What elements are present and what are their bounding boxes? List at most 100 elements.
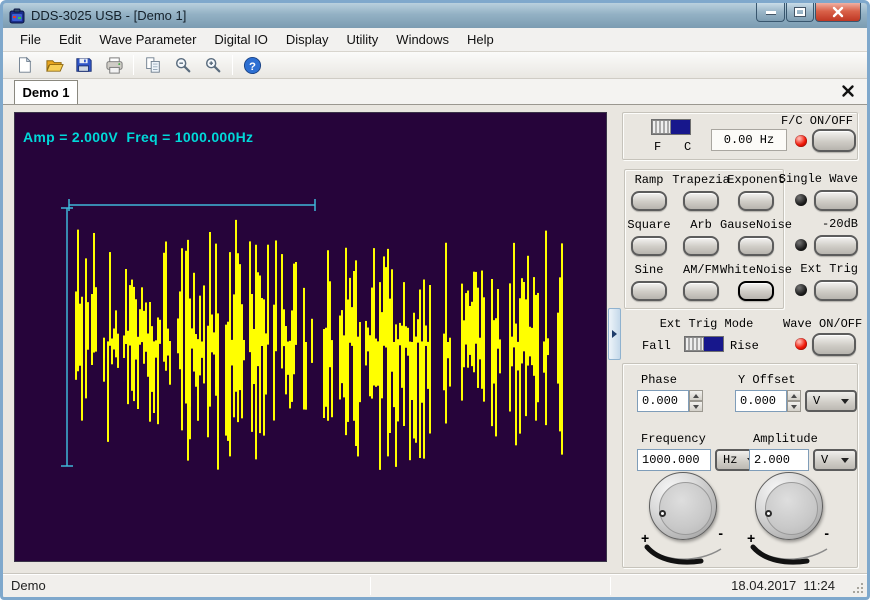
copy-button[interactable] xyxy=(140,53,166,77)
menu-edit[interactable]: Edit xyxy=(50,29,90,50)
zoom-out-button[interactable] xyxy=(170,53,196,77)
wave-label-arb: Arb xyxy=(690,218,712,232)
menu-utility[interactable]: Utility xyxy=(338,29,388,50)
single-wave-button[interactable] xyxy=(814,190,858,211)
frequency-knob-unit: + - xyxy=(637,472,729,570)
open-folder-icon xyxy=(45,56,64,75)
knob-arc-icon xyxy=(745,544,833,566)
zoom-in-button[interactable] xyxy=(200,53,226,77)
print-button[interactable] xyxy=(101,53,127,77)
frequency-knob[interactable] xyxy=(649,472,717,540)
wave-button-sine[interactable] xyxy=(631,281,667,301)
y-offset-spinbox xyxy=(735,390,801,412)
wave-onoff-led xyxy=(795,338,807,350)
knob-indicator-dot xyxy=(659,510,666,517)
toolbar: ? xyxy=(3,52,867,79)
amplitude-label: Amplitude xyxy=(753,432,818,446)
frequency-label: Frequency xyxy=(641,432,706,446)
status-datetime: 18.04.2017 11:24 xyxy=(731,578,835,593)
zoom-in-icon xyxy=(204,56,222,74)
ext-trig-button[interactable] xyxy=(814,280,858,301)
ext-trig-label: Ext Trig xyxy=(800,262,858,276)
fc-switch-handle xyxy=(652,120,671,134)
resize-grip[interactable] xyxy=(851,581,865,595)
wave-label-square: Square xyxy=(627,218,670,232)
wave-button-square[interactable] xyxy=(631,236,667,256)
wave-button-trapezia[interactable] xyxy=(683,191,719,211)
wave-label-trapezia: Trapezia xyxy=(672,173,730,187)
knob-indicator-dot xyxy=(765,510,772,517)
app-icon xyxy=(9,8,25,24)
menu-display[interactable]: Display xyxy=(277,29,338,50)
chevron-right-icon xyxy=(612,330,617,338)
copy-icon xyxy=(144,56,162,74)
fc-switch[interactable] xyxy=(651,119,691,135)
amplitude-input[interactable] xyxy=(749,449,809,471)
minus20db-button[interactable] xyxy=(814,235,858,256)
y-offset-up-button[interactable] xyxy=(787,390,801,401)
panel-splitter-button[interactable] xyxy=(608,308,621,360)
help-button[interactable]: ? xyxy=(239,53,265,77)
menu-windows[interactable]: Windows xyxy=(387,29,458,50)
fc-onoff-button[interactable] xyxy=(812,129,856,152)
menu-digital-io[interactable]: Digital IO xyxy=(205,29,276,50)
svg-text:?: ? xyxy=(249,60,256,72)
knob-minus-label: - xyxy=(824,525,829,541)
minimize-button[interactable] xyxy=(756,3,785,22)
single-wave-led xyxy=(795,194,807,206)
menu-help[interactable]: Help xyxy=(458,29,503,50)
window-title: DDS-3025 USB - [Demo 1] xyxy=(31,8,186,23)
toolbar-separator xyxy=(133,55,134,75)
status-separator xyxy=(610,577,611,595)
phase-down-button[interactable] xyxy=(689,401,703,412)
waveform-readout-text: Amp = 2.000V Freq = 1000.000Hz xyxy=(23,129,253,145)
new-button[interactable] xyxy=(11,53,37,77)
tab-close-icon[interactable] xyxy=(841,84,855,98)
wave-button-arb[interactable] xyxy=(683,236,719,256)
fall-label: Fall xyxy=(642,339,671,353)
y-offset-unit-value: V xyxy=(813,394,820,408)
tab-bar: Demo 1 xyxy=(3,79,867,105)
help-icon: ? xyxy=(243,56,262,75)
new-document-icon xyxy=(15,56,33,74)
tab-demo1[interactable]: Demo 1 xyxy=(14,80,78,104)
close-button[interactable] xyxy=(815,3,861,22)
save-button[interactable] xyxy=(71,53,97,77)
open-button[interactable] xyxy=(41,53,67,77)
fall-rise-switch[interactable] xyxy=(684,336,724,352)
minus20db-label: -20dB xyxy=(822,217,858,231)
frequency-input[interactable] xyxy=(637,449,711,471)
wave-button-gausenoise[interactable] xyxy=(738,236,774,256)
fc-left-label: F xyxy=(654,140,661,154)
maximize-button[interactable] xyxy=(786,3,814,22)
arrow-up-icon xyxy=(791,394,797,398)
wave-button-amfm[interactable] xyxy=(683,281,719,301)
close-icon xyxy=(832,6,844,18)
knob-minus-label: - xyxy=(718,525,723,541)
chevron-down-icon xyxy=(841,399,849,404)
rise-label: Rise xyxy=(730,339,759,353)
menu-wave-parameter[interactable]: Wave Parameter xyxy=(90,29,205,50)
maximize-icon xyxy=(795,8,805,16)
wave-onoff-button[interactable] xyxy=(812,333,856,356)
y-offset-down-button[interactable] xyxy=(787,401,801,412)
fc-onoff-label: F/C ON/OFF xyxy=(781,114,853,128)
app-window: DDS-3025 USB - [Demo 1] File Edit Wave P… xyxy=(0,0,870,600)
menu-file[interactable]: File xyxy=(11,29,50,50)
wave-button-exponent[interactable] xyxy=(738,191,774,211)
y-offset-unit-dropdown[interactable]: V xyxy=(805,390,857,412)
arrow-down-icon xyxy=(791,405,797,409)
knob-face xyxy=(765,482,818,535)
y-offset-input[interactable] xyxy=(735,390,787,412)
phase-up-button[interactable] xyxy=(689,390,703,401)
wave-button-ramp[interactable] xyxy=(631,191,667,211)
tab-label: Demo 1 xyxy=(23,85,70,100)
waveform-display: Amp = 2.000V Freq = 1000.000Hz xyxy=(14,112,607,562)
amplitude-knob[interactable] xyxy=(755,472,823,540)
phase-input[interactable] xyxy=(637,390,689,412)
amplitude-unit-dropdown[interactable]: V xyxy=(813,449,857,471)
minimize-icon xyxy=(766,11,776,14)
printer-icon xyxy=(105,56,124,75)
chevron-down-icon xyxy=(841,458,849,463)
wave-button-whitenoise-active[interactable] xyxy=(738,281,774,301)
